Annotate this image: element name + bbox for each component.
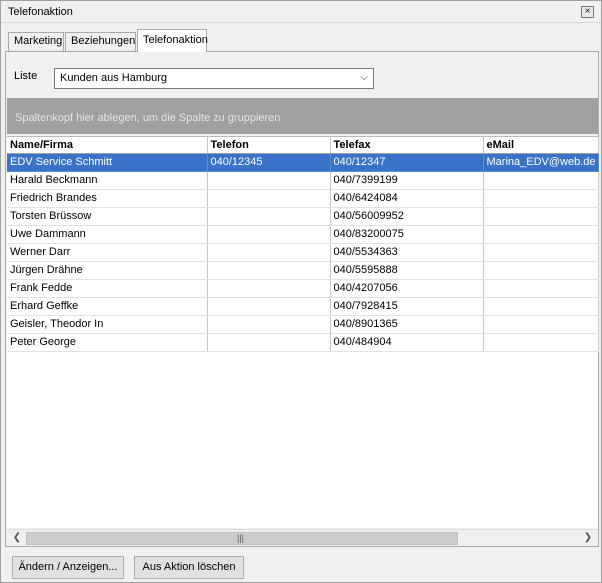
cell-telefax[interactable]: 040/7399199 <box>330 171 484 190</box>
scroll-right-icon[interactable]: ❯ <box>580 532 596 545</box>
cell-telefon[interactable]: 040/12345 <box>207 153 331 172</box>
table-row[interactable]: Geisler, Theodor In 040/8901365 <box>7 315 599 334</box>
cell-telefon[interactable] <box>207 279 331 298</box>
cell-name[interactable]: Uwe Dammann <box>7 225 208 244</box>
cell-email[interactable] <box>483 279 599 298</box>
remove-from-action-button[interactable]: Aus Aktion löschen <box>134 556 244 579</box>
table-row[interactable]: Erhard Geffke 040/7928415 <box>7 297 599 316</box>
title-bar: Telefonaktion × <box>1 1 601 23</box>
cell-telefax[interactable]: 040/5595888 <box>330 261 484 280</box>
window-title: Telefonaktion <box>8 6 73 18</box>
cell-email[interactable] <box>483 315 599 334</box>
group-hint: Spaltenkopf hier ablegen, um die Spalte … <box>15 112 281 124</box>
table-row[interactable]: Harald Beckmann 040/7399199 <box>7 171 599 190</box>
edit-button[interactable]: Ändern / Anzeigen... <box>12 556 124 579</box>
cell-telefax[interactable]: 040/5534363 <box>330 243 484 262</box>
cell-telefon[interactable] <box>207 225 331 244</box>
column-header-email[interactable]: eMail <box>483 137 599 154</box>
cell-telefon[interactable] <box>207 171 331 190</box>
tab-telefonaktion[interactable]: Telefonaktion <box>137 29 208 52</box>
cell-email[interactable] <box>483 189 599 208</box>
cell-telefax[interactable]: 040/4207056 <box>330 279 484 298</box>
cell-name[interactable]: Torsten Brüssow <box>7 207 208 226</box>
telefonaktion-window: Telefonaktion × Marketing Beziehungen Te… <box>0 0 602 583</box>
column-header-telefon[interactable]: Telefon <box>207 137 331 154</box>
cell-telefon[interactable] <box>207 297 331 316</box>
cell-telefax[interactable]: 040/6424084 <box>330 189 484 208</box>
cell-email[interactable] <box>483 333 599 352</box>
cell-name[interactable]: Peter George <box>7 333 208 352</box>
cell-name[interactable]: Frank Fedde <box>7 279 208 298</box>
group-by-area[interactable]: Spaltenkopf hier ablegen, um die Spalte … <box>7 98 598 134</box>
tab-beziehungen[interactable]: Beziehungen <box>65 32 136 52</box>
close-icon[interactable]: × <box>581 6 594 18</box>
cell-telefax[interactable]: 040/83200075 <box>330 225 484 244</box>
horizontal-scrollbar[interactable]: ❮ ||| ❯ <box>7 529 598 546</box>
table-row[interactable]: Friedrich Brandes 040/6424084 <box>7 189 599 208</box>
table-row[interactable]: Uwe Dammann 040/83200075 <box>7 225 599 244</box>
table-row[interactable]: Werner Darr 040/5534363 <box>7 243 599 262</box>
column-header-telefax[interactable]: Telefax <box>330 137 484 154</box>
cell-name[interactable]: Erhard Geffke <box>7 297 208 316</box>
cell-telefon[interactable] <box>207 333 331 352</box>
cell-name[interactable]: Harald Beckmann <box>7 171 208 190</box>
cell-name[interactable]: EDV Service Schmitt <box>7 153 208 172</box>
grip-icon: ||| <box>237 533 245 543</box>
cell-telefon[interactable] <box>207 189 331 208</box>
table-row[interactable]: EDV Service Schmitt 040/12345 040/12347 Mar… <box>7 153 599 172</box>
table-row[interactable]: Torsten Brüssow 040/56009952 <box>7 207 599 226</box>
scroll-left-icon[interactable]: ❮ <box>9 532 25 545</box>
cell-telefax[interactable]: 040/12347 <box>330 153 484 172</box>
cell-name[interactable]: Friedrich Brandes <box>7 189 208 208</box>
contacts-table: Name/Firma Telefon Telefax eMail EDV Ser… <box>7 137 599 352</box>
cell-telefon[interactable] <box>207 243 331 262</box>
tab-panel: Liste Kunden aus Hamburg ⌵ Spaltenkopf h… <box>5 51 599 547</box>
cell-email[interactable] <box>483 243 599 262</box>
cell-email[interactable] <box>483 297 599 316</box>
cell-telefon[interactable] <box>207 315 331 334</box>
cell-name[interactable]: Geisler, Theodor In <box>7 315 208 334</box>
scrollbar-thumb[interactable]: ||| <box>26 532 458 545</box>
cell-telefax[interactable]: 040/484904 <box>330 333 484 352</box>
contacts-grid: Name/Firma Telefon Telefax eMail EDV Ser… <box>7 136 599 528</box>
chevron-down-icon: ⌵ <box>360 72 368 83</box>
table-row[interactable]: Frank Fedde 040/4207056 <box>7 279 599 298</box>
liste-label: Liste <box>14 70 38 82</box>
column-header-name[interactable]: Name/Firma <box>7 137 208 154</box>
table-row[interactable]: Jürgen Drähne 040/5595888 <box>7 261 599 280</box>
cell-telefax[interactable]: 040/56009952 <box>330 207 484 226</box>
cell-email[interactable] <box>483 207 599 226</box>
cell-telefax[interactable]: 040/8901365 <box>330 315 484 334</box>
cell-email[interactable] <box>483 225 599 244</box>
cell-telefax[interactable]: 040/7928415 <box>330 297 484 316</box>
cell-email[interactable] <box>483 261 599 280</box>
cell-telefon[interactable] <box>207 261 331 280</box>
tab-marketing[interactable]: Marketing <box>8 32 64 52</box>
liste-select[interactable]: Kunden aus Hamburg ⌵ <box>54 68 374 89</box>
table-row[interactable]: Peter George 040/484904 <box>7 333 599 352</box>
cell-email[interactable]: Marina_EDV@web.de <box>483 153 599 172</box>
cell-email[interactable] <box>483 171 599 190</box>
liste-select-value: Kunden aus Hamburg <box>60 72 168 84</box>
header-row: Name/Firma Telefon Telefax eMail <box>7 137 599 154</box>
cell-name[interactable]: Jürgen Drähne <box>7 261 208 280</box>
cell-name[interactable]: Werner Darr <box>7 243 208 262</box>
cell-telefon[interactable] <box>207 207 331 226</box>
